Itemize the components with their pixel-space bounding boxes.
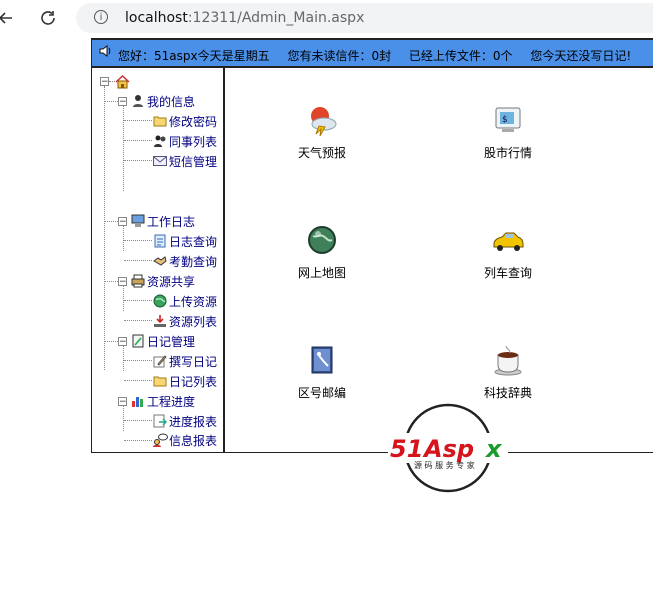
root-collapse-toggle[interactable]: − bbox=[100, 77, 109, 87]
tree-group-diary[interactable]: 日记管理 bbox=[130, 332, 195, 350]
app-weather[interactable]: 天气预报 bbox=[277, 102, 367, 161]
status-bar: 您好：51aspx今天是星期五 您有未读信件：0封 已经上传文件：0个 您今天还… bbox=[92, 38, 653, 68]
document-icon bbox=[152, 233, 168, 249]
mail-icon bbox=[152, 153, 168, 169]
greeting-text: 您好：51aspx今天是星期五 bbox=[118, 49, 270, 63]
tree-item-label: 日志查询 bbox=[169, 234, 218, 249]
tree-item-log-query[interactable]: 日志查询 bbox=[152, 232, 217, 250]
tree-item-label: 资源列表 bbox=[169, 314, 218, 329]
group-toggle-my-info[interactable]: − bbox=[118, 97, 127, 107]
tree-group-label: 资源共享 bbox=[147, 274, 196, 289]
tree-group-progress[interactable]: 工程进度 bbox=[130, 392, 195, 410]
tree-root[interactable] bbox=[114, 72, 131, 90]
tree-item-label: 考勤查询 bbox=[169, 254, 218, 269]
printer-icon bbox=[130, 273, 146, 289]
app-postcode[interactable]: 区号邮编 bbox=[277, 342, 367, 401]
handshake-icon bbox=[152, 253, 168, 269]
tree-group-label: 我的信息 bbox=[147, 94, 196, 109]
browser-toolbar: i localhost:12311/Admin_Main.aspx bbox=[0, 0, 653, 38]
tree-group-work-log[interactable]: 工作日志 bbox=[130, 212, 195, 230]
tree-item-label: 撰写日记 bbox=[169, 354, 218, 369]
weather-icon bbox=[304, 102, 340, 138]
tree-item-diary-list[interactable]: 日记列表 bbox=[152, 372, 217, 390]
phone-book-icon bbox=[304, 342, 340, 378]
download-icon bbox=[152, 313, 168, 329]
tree-item-resource-list[interactable]: 资源列表 bbox=[152, 312, 217, 330]
svg-text:x: x bbox=[485, 435, 503, 463]
tree-item-label: 同事列表 bbox=[169, 134, 218, 149]
app-label: 网上地图 bbox=[297, 266, 346, 280]
globe-map-icon bbox=[304, 222, 340, 258]
admin-frame: 您好：51aspx今天是星期五 您有未读信件：0封 已经上传文件：0个 您今天还… bbox=[91, 38, 653, 453]
app-train[interactable]: 列车查询 bbox=[463, 222, 553, 281]
chat-user-icon bbox=[152, 432, 168, 448]
brand-watermark-logo: 51 Asp x 源 码 服 务 专 家 bbox=[388, 403, 508, 493]
notebook-icon bbox=[130, 333, 146, 349]
tree-group-label: 工作日志 bbox=[147, 214, 196, 229]
computer-icon bbox=[130, 213, 146, 229]
status-messages: 您好：51aspx今天是星期五 您有未读信件：0封 已经上传文件：0个 您今天还… bbox=[118, 47, 645, 64]
diary-reminder-text: 您今天还没写日记! bbox=[530, 49, 632, 63]
tree-item-sms-manage[interactable]: 短信管理 bbox=[152, 152, 217, 170]
svg-text:$: $ bbox=[502, 115, 508, 125]
group-toggle-resource-share[interactable]: − bbox=[118, 277, 127, 287]
app-map[interactable]: 网上地图 bbox=[277, 222, 367, 281]
tree-group-label: 日记管理 bbox=[147, 334, 196, 349]
uploaded-files-text: 已经上传文件：0个 bbox=[408, 49, 513, 63]
address-bar[interactable]: i localhost:12311/Admin_Main.aspx bbox=[76, 3, 653, 33]
tree-item-label: 日记列表 bbox=[169, 374, 218, 389]
group-toggle-diary[interactable]: − bbox=[118, 337, 127, 347]
tree-item-change-password[interactable]: 修改密码 bbox=[152, 112, 217, 130]
app-label: 科技辞典 bbox=[483, 386, 532, 400]
app-label: 区号邮编 bbox=[297, 386, 346, 400]
unread-mail-text: 您有未读信件：0封 bbox=[287, 49, 392, 63]
tree-item-label: 短信管理 bbox=[169, 154, 218, 169]
person-icon bbox=[130, 93, 146, 109]
tree-item-label: 进度报表 bbox=[169, 414, 218, 429]
tree-group-my-info[interactable]: 我的信息 bbox=[130, 92, 195, 110]
app-stock[interactable]: $ 股市行情 bbox=[463, 102, 553, 161]
tree-item-progress-report[interactable]: 进度报表 bbox=[152, 412, 217, 430]
group-toggle-progress[interactable]: − bbox=[118, 397, 127, 407]
tree-item-label: 修改密码 bbox=[169, 114, 218, 129]
tree-item-attendance-query[interactable]: 考勤查询 bbox=[152, 252, 217, 270]
svg-text:Asp: Asp bbox=[422, 435, 474, 463]
reload-icon[interactable] bbox=[36, 6, 60, 30]
info-icon[interactable]: i bbox=[94, 10, 108, 24]
home-icon bbox=[114, 73, 130, 89]
folder-icon bbox=[152, 113, 168, 129]
globe-icon bbox=[152, 293, 168, 309]
url-host: localhost bbox=[125, 10, 188, 26]
url-path: :12311/Admin_Main.aspx bbox=[187, 10, 365, 26]
stock-monitor-icon: $ bbox=[490, 102, 526, 138]
tree-item-colleague-list[interactable]: 同事列表 bbox=[152, 132, 217, 150]
people-icon bbox=[152, 133, 168, 149]
tree-group-label: 工程进度 bbox=[147, 394, 196, 409]
folder-icon bbox=[152, 373, 168, 389]
tree-item-write-diary[interactable]: 撰写日记 bbox=[152, 352, 217, 370]
url-text[interactable]: localhost:12311/Admin_Main.aspx bbox=[125, 10, 364, 26]
tree-item-label: 上传资源 bbox=[169, 294, 218, 309]
back-arrow-icon[interactable] bbox=[0, 6, 18, 30]
group-toggle-work-log[interactable]: − bbox=[118, 217, 127, 227]
tree-group-resource-share[interactable]: 资源共享 bbox=[130, 272, 195, 290]
tree-item-label: 信息报表 bbox=[169, 433, 218, 448]
nav-tree: − − 我的信息 修改密码 同事列表 短信管理 − 工作日志 日志查询 考勤查询… bbox=[92, 68, 225, 452]
edit-icon bbox=[152, 353, 168, 369]
svg-text:源 码 服 务 专 家: 源 码 服 务 专 家 bbox=[414, 460, 475, 470]
tree-item-info-report[interactable]: 信息报表 bbox=[152, 431, 217, 449]
app-label: 天气预报 bbox=[297, 146, 346, 160]
speaker-icon bbox=[98, 44, 112, 62]
coffee-cup-icon bbox=[490, 342, 526, 378]
app-label: 股市行情 bbox=[483, 146, 532, 160]
car-icon bbox=[490, 222, 526, 258]
app-launcher-panel: 天气预报 $ 股市行情 网上地图 列车查询 区号邮编 科技辞典 bbox=[227, 68, 653, 452]
app-label: 列车查询 bbox=[483, 266, 532, 280]
chart-icon bbox=[130, 393, 146, 409]
report-icon bbox=[152, 413, 168, 429]
tree-item-upload-resource[interactable]: 上传资源 bbox=[152, 292, 217, 310]
app-dictionary[interactable]: 科技辞典 bbox=[463, 342, 553, 401]
svg-text:51: 51 bbox=[390, 435, 423, 463]
